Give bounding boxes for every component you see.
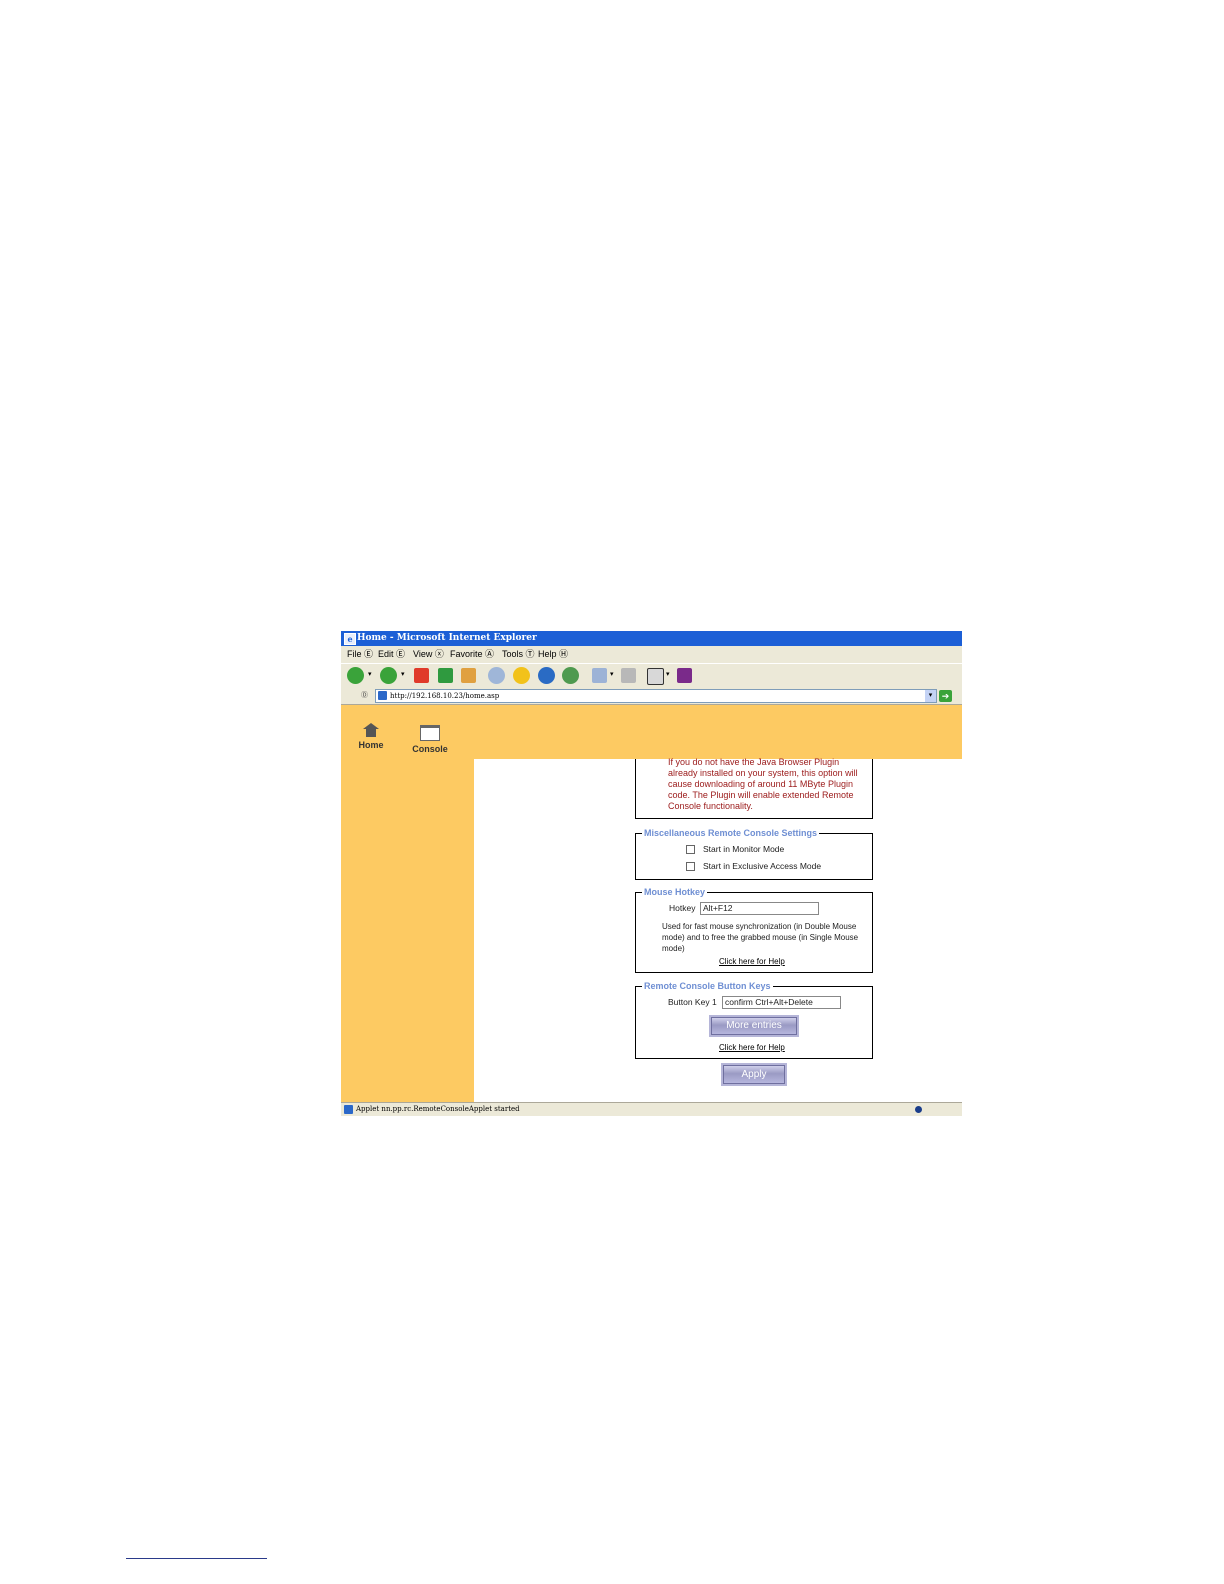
sidebar: [341, 759, 474, 1102]
status-bar: Applet nn.pp.rc.RemoteConsoleApplet star…: [341, 1102, 962, 1116]
hotkey-help-link[interactable]: Click here for Help: [719, 956, 785, 967]
status-text: Applet nn.pp.rc.RemoteConsoleApplet star…: [356, 1105, 520, 1113]
internet-zone-icon: [915, 1106, 922, 1113]
page-content: Home Console If you do not have the Java…: [341, 705, 962, 1102]
nav-home-label: Home: [358, 740, 384, 750]
hotkey-legend: Mouse Hotkey: [642, 886, 708, 898]
menu-file[interactable]: File Ⓔ: [347, 646, 373, 663]
button-key-label: Button Key 1: [668, 997, 717, 1007]
status-page-icon: [344, 1105, 353, 1114]
button-key-input[interactable]: confirm Ctrl+Alt+Delete: [722, 996, 841, 1009]
go-arrow-icon[interactable]: ➔: [939, 690, 952, 702]
menu-help[interactable]: Help Ⓗ: [538, 646, 568, 663]
console-window-icon: [420, 725, 440, 741]
exclusive-mode-label: Start in Exclusive Access Mode: [703, 861, 822, 871]
address-label: Ⓓ: [361, 692, 368, 699]
home-icon: [363, 723, 379, 737]
menu-tools[interactable]: Tools Ⓣ: [502, 646, 535, 663]
footnote-rule: [126, 1558, 267, 1559]
back-icon[interactable]: [347, 667, 364, 684]
more-entries-button[interactable]: More entries: [709, 1015, 799, 1037]
messenger-icon[interactable]: [677, 668, 692, 683]
address-url[interactable]: http://192.168.10.23/home.asp: [390, 690, 499, 702]
page-icon: [378, 691, 387, 700]
media-globe-icon[interactable]: [538, 667, 555, 684]
chevron-down-icon[interactable]: ▾: [925, 690, 936, 702]
menu-favorite[interactable]: Favorite Ⓐ: [450, 646, 494, 663]
header-band: Home Console: [341, 705, 962, 759]
mail-dropdown-icon[interactable]: ▾: [610, 670, 614, 678]
toolbar: ▾ ▾ ▾ ▾: [341, 663, 962, 689]
mail-icon[interactable]: [592, 668, 607, 683]
forward-dropdown-icon[interactable]: ▾: [401, 670, 405, 678]
hotkey-input[interactable]: Alt+F12: [700, 902, 819, 915]
search-icon[interactable]: [488, 667, 505, 684]
back-dropdown-icon[interactable]: ▾: [368, 670, 372, 678]
address-field[interactable]: http://192.168.10.23/home.asp ▾: [375, 689, 937, 703]
hotkey-description: Used for fast mouse synchronization (in …: [662, 922, 859, 953]
hotkey-label: Hotkey: [669, 903, 696, 913]
edit-dropdown-icon[interactable]: ▾: [666, 670, 670, 678]
title-bar: e Home - Microsoft Internet Explorer: [341, 631, 962, 646]
misc-legend: Miscellaneous Remote Console Settings: [642, 827, 820, 839]
refresh-icon[interactable]: [438, 668, 453, 683]
monitor-mode-checkbox[interactable]: [686, 845, 695, 855]
plugin-note: If you do not have the Java Browser Plug…: [668, 757, 858, 811]
mouse-hotkey-box: Mouse Hotkey Hotkey Alt+F12 Used for fas…: [635, 886, 873, 973]
history-icon[interactable]: [562, 667, 579, 684]
button-keys-help-link[interactable]: Click here for Help: [719, 1042, 785, 1053]
browser-window: e Home - Microsoft Internet Explorer Fil…: [341, 631, 962, 1116]
monitor-mode-row[interactable]: Start in Monitor Mode: [686, 844, 784, 855]
menu-edit[interactable]: Edit Ⓔ: [378, 646, 405, 663]
button-keys-box: Remote Console Button Keys Button Key 1 …: [635, 980, 873, 1059]
address-bar: Ⓓ http://192.168.10.23/home.asp ▾ ➔: [341, 688, 962, 705]
button-keys-legend: Remote Console Button Keys: [642, 980, 773, 992]
favorites-star-icon[interactable]: [513, 667, 530, 684]
menu-view[interactable]: View ⓧ: [413, 646, 444, 663]
nav-console-label: Console: [412, 744, 448, 754]
apply-button[interactable]: Apply: [721, 1063, 787, 1086]
print-icon[interactable]: [621, 668, 636, 683]
ie-icon: e: [344, 633, 356, 645]
exclusive-mode-checkbox[interactable]: [686, 862, 695, 872]
exclusive-mode-row[interactable]: Start in Exclusive Access Mode: [686, 861, 821, 872]
plugin-note-box: If you do not have the Java Browser Plug…: [635, 757, 873, 819]
edit-page-icon[interactable]: [647, 668, 664, 685]
monitor-mode-label: Start in Monitor Mode: [703, 844, 785, 854]
window-title: Home - Microsoft Internet Explorer: [357, 633, 537, 643]
nav-console[interactable]: Console: [405, 723, 455, 754]
stop-icon[interactable]: [414, 668, 429, 683]
home-toolbar-icon[interactable]: [461, 668, 476, 683]
menu-bar: File Ⓔ Edit Ⓔ View ⓧ Favorite Ⓐ Tools Ⓣ …: [341, 646, 962, 663]
nav-home[interactable]: Home: [346, 723, 396, 750]
forward-icon[interactable]: [380, 667, 397, 684]
misc-settings-box: Miscellaneous Remote Console Settings St…: [635, 827, 873, 880]
